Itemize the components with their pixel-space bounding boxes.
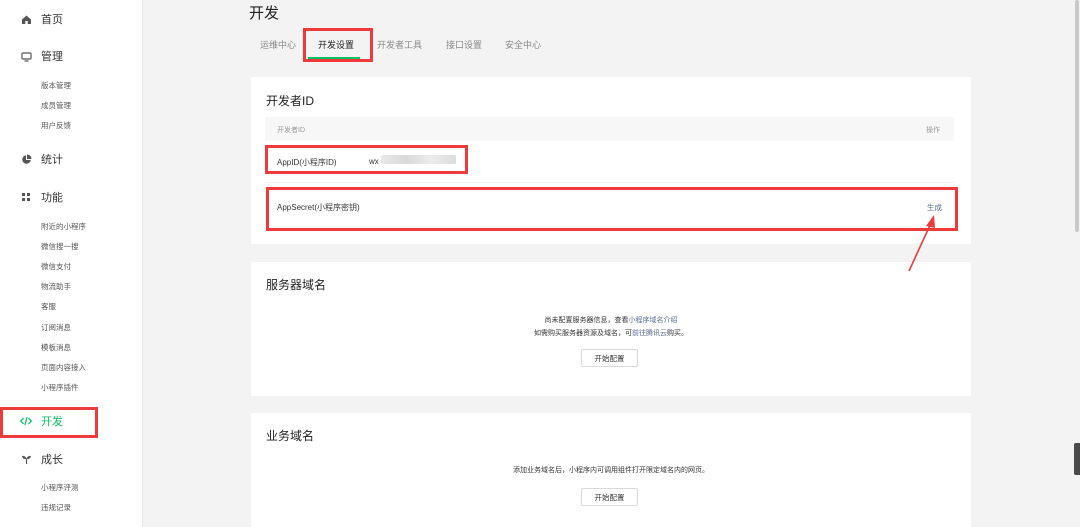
nav-features-label: 功能	[41, 192, 63, 204]
appid-value: wx	[369, 157, 379, 166]
nav-home[interactable]: 首页	[0, 7, 143, 31]
nav-home-label: 首页	[41, 14, 63, 26]
tab-api-settings[interactable]: 接口设置	[446, 38, 482, 51]
nav-version-manage[interactable]: 版本管理	[41, 80, 71, 91]
tab-dev-tools[interactable]: 开发者工具	[377, 38, 422, 51]
pie-chart-icon	[20, 153, 32, 165]
nav-customer-service[interactable]: 客服	[41, 301, 56, 312]
server-hint-2-suffix: 购买。	[667, 330, 688, 337]
nav-wechat-pay[interactable]: 微信支付	[41, 261, 71, 272]
developer-id-title: 开发者ID	[266, 94, 315, 108]
nav-plugins[interactable]: 小程序插件	[41, 382, 79, 393]
business-domain-hint: 添加业务域名后，小程序内可调用组件打开限定域名内的网页。	[513, 467, 709, 474]
developer-id-card: 开发者ID 开发者ID 操作 AppID(小程序ID) wx AppSecret…	[251, 77, 971, 244]
nav-stats-label: 统计	[41, 154, 63, 166]
nav-page-content[interactable]: 页面内容接入	[41, 362, 86, 373]
server-hint-1-text: 尚未配置服务器信息，查看	[544, 317, 629, 324]
developer-id-table-header: 开发者ID 操作	[265, 117, 954, 141]
row-divider	[265, 182, 954, 183]
active-tab-indicator	[308, 57, 360, 59]
nav-growth[interactable]: 成长	[0, 447, 143, 471]
side-widget-handle[interactable]	[1074, 443, 1080, 475]
nav-template-message[interactable]: 模板消息	[41, 342, 71, 353]
appid-label: AppID(小程序ID)	[277, 158, 337, 167]
nav-member-manage[interactable]: 成员管理	[41, 100, 71, 111]
appsecret-label: AppSecret(小程序密钥)	[277, 203, 360, 212]
tab-ops-center[interactable]: 运维中心	[260, 38, 296, 51]
page-title: 开发	[249, 5, 280, 22]
nav-wechat-search[interactable]: 微信搜一搜	[41, 241, 79, 252]
server-domain-hint-2: 如需购买服务器资源及域名，可前往腾讯云购买。	[251, 328, 971, 338]
scroll-thumb[interactable]	[1075, 0, 1079, 232]
nav-stats[interactable]: 统计	[0, 147, 143, 171]
code-icon	[20, 415, 32, 427]
server-hint-2-text: 如需购买服务器资源及域名，可	[534, 330, 632, 337]
generate-appsecret-link[interactable]: 生成	[927, 202, 942, 213]
nav-manage[interactable]: 管理	[0, 44, 143, 68]
grid-icon	[20, 191, 32, 203]
business-start-config-button[interactable]: 开始配置	[581, 488, 638, 506]
nav-dev-label: 开发	[41, 416, 63, 428]
nav-logistics[interactable]: 物流助手	[41, 281, 71, 292]
nav-manage-label: 管理	[41, 51, 63, 63]
nav-miniprogram-eval[interactable]: 小程序评测	[41, 482, 79, 493]
server-domain-hint-1: 尚未配置服务器信息，查看小程序域名介绍	[251, 315, 971, 325]
business-domain-title: 业务域名	[266, 429, 315, 443]
nav-violation-records[interactable]: 违规记录	[41, 502, 71, 513]
tab-dev-settings[interactable]: 开发设置	[318, 38, 354, 51]
home-icon	[20, 13, 32, 25]
server-start-config-button[interactable]: 开始配置	[581, 349, 638, 367]
col-developer-id: 开发者ID	[277, 127, 305, 134]
nav-growth-label: 成长	[41, 454, 63, 466]
nav-user-feedback[interactable]: 用户反馈	[41, 120, 71, 131]
nav-features[interactable]: 功能	[0, 185, 143, 209]
tencent-cloud-link[interactable]: 前往腾讯云	[632, 330, 667, 337]
nav-dev[interactable]: 开发	[0, 409, 143, 433]
server-domain-title: 服务器域名	[266, 278, 327, 292]
tab-security-center[interactable]: 安全中心	[505, 38, 541, 51]
appid-masked-value	[381, 155, 456, 164]
sprout-icon	[20, 453, 32, 465]
monitor-icon	[20, 50, 32, 62]
nav-nearby-miniprogram[interactable]: 附近的小程序	[41, 221, 86, 232]
server-domain-card: 服务器域名 尚未配置服务器信息，查看小程序域名介绍 如需购买服务器资源及域名，可…	[251, 262, 971, 396]
col-action: 操作	[926, 127, 940, 134]
business-domain-card: 业务域名 添加业务域名后，小程序内可调用组件打开限定域名内的网页。 开始配置	[251, 413, 971, 527]
domain-intro-link[interactable]: 小程序域名介绍	[629, 317, 678, 324]
nav-subscribe-message[interactable]: 订阅消息	[41, 322, 71, 333]
sidebar: 首页 管理 版本管理 成员管理 用户反馈 统计 功能 附近的小程序 微信搜一搜 …	[0, 0, 143, 527]
